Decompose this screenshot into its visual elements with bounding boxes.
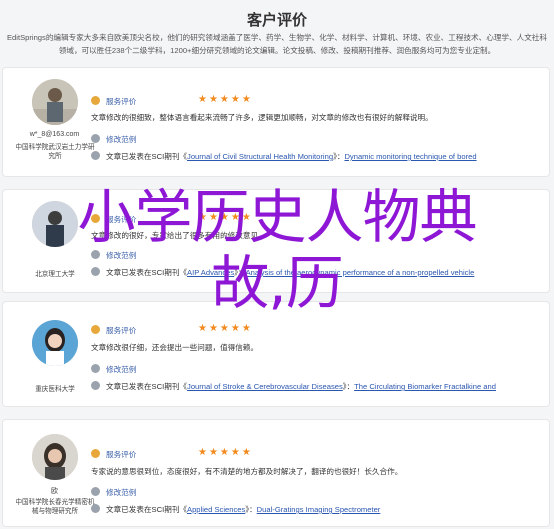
- avatar: [32, 79, 78, 125]
- gear-icon: [91, 96, 100, 105]
- service-rating-row: 服务评价: [91, 449, 136, 460]
- publication-row: 文章已发表在SCI期刊《Journal of Civil Structural …: [91, 151, 477, 162]
- edit-icon: [91, 364, 100, 373]
- review-comment: 专家说的意思很到位，态度很好，有不清楚的地方都及时解决了，翻译的也很好！长久合作…: [91, 467, 403, 476]
- journal-bracket-close: 》：: [342, 382, 355, 391]
- journal-link[interactable]: Journal of Stroke & Cerebrovascular Dise…: [187, 382, 343, 391]
- journal-link[interactable]: Applied Sciences: [187, 505, 245, 514]
- document-icon: [91, 151, 100, 160]
- service-label: 服务评价: [106, 326, 137, 335]
- paper-link[interactable]: The Circulating Biomarker Fractalkine an…: [354, 382, 496, 391]
- case-row: 修改范例: [91, 364, 136, 375]
- case-row: 修改范例: [91, 487, 136, 498]
- overlay-line-2: 故,历: [211, 249, 343, 317]
- page-subtitle: EditSprings的编辑专家大多来自欧美顶尖名校，他们的研究领域涵盖了医学、…: [6, 33, 547, 55]
- review-comment: 文章修改的很细致，整体语言看起来流畅了许多，逻辑更加顺畅，对文章的修改也有很好的…: [91, 113, 433, 122]
- publication-row: 文章已发表在SCI期刊《Journal of Stroke & Cerebrov…: [91, 381, 496, 392]
- edit-icon: [91, 487, 100, 496]
- service-label: 服务评价: [106, 450, 137, 459]
- user-org: 中国科学院长春光学精密机械与物理研究所: [15, 499, 95, 515]
- rating-stars: ★★★★★: [198, 323, 253, 334]
- pub-prefix: 文章已发表在SCI期刊: [106, 382, 180, 391]
- journal-bracket-close: 》：: [333, 152, 345, 161]
- review-card: w*_8@163.com 中国科学院武汉岩土力学研究所 服务评价 ★★★★★ 文…: [2, 67, 550, 177]
- journal-bracket-open: 《: [179, 505, 188, 514]
- rating-stars: ★★★★★: [198, 447, 253, 458]
- user-org: 重庆医科大学: [35, 386, 75, 393]
- paper-link[interactable]: Dynamic monitoring technique of bored: [344, 152, 476, 161]
- avatar: [32, 434, 78, 480]
- journal-bracket-open: 《: [179, 382, 188, 391]
- case-link[interactable]: 修改范例: [106, 488, 136, 497]
- overlay-watermark-text: 小学历史人物典 故,历: [0, 184, 554, 316]
- user-org: 中国科学院武汉岩土力学研究所: [15, 144, 95, 160]
- review-card: 欧 中国科学院长春光学精密机械与物理研究所 服务评价 ★★★★★ 专家说的意思很…: [2, 419, 550, 527]
- rating-stars: ★★★★★: [198, 94, 253, 105]
- review-comment: 文章修改很仔细，还会提出一些问题，值得信赖。: [91, 343, 259, 352]
- journal-link[interactable]: Journal of Civil Structural Health Monit…: [187, 152, 333, 161]
- service-rating-row: 服务评价: [91, 325, 136, 336]
- pub-prefix: 文章已发表在SCI期刊: [106, 505, 180, 514]
- pub-prefix: 文章已发表在SCI期刊: [106, 152, 180, 161]
- service-label: 服务评价: [106, 97, 137, 106]
- service-rating-row: 服务评价: [91, 96, 136, 107]
- gear-icon: [91, 325, 100, 334]
- case-row: 修改范例: [91, 134, 136, 145]
- paper-link[interactable]: Dual-Gratings Imaging Spectrometer: [257, 505, 381, 514]
- document-icon: [91, 504, 100, 513]
- journal-bracket-close: 》：: [245, 505, 257, 514]
- page-title: 客户评价: [246, 12, 307, 29]
- avatar: [32, 320, 78, 366]
- overlay-line-1: 小学历史人物典: [77, 183, 477, 251]
- case-link[interactable]: 修改范例: [106, 135, 136, 144]
- journal-bracket-open: 《: [179, 152, 188, 161]
- document-icon: [91, 381, 100, 390]
- publication-row: 文章已发表在SCI期刊《Applied Sciences》：Dual-Grati…: [91, 504, 380, 515]
- edit-icon: [91, 134, 100, 143]
- case-link[interactable]: 修改范例: [106, 365, 136, 374]
- gear-icon: [91, 449, 100, 458]
